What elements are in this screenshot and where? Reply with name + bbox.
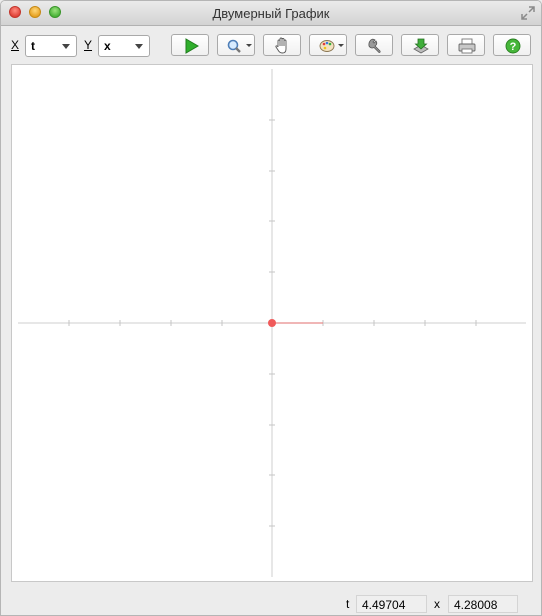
- run-button[interactable]: [171, 34, 209, 56]
- magnifier-icon: [227, 39, 252, 53]
- y-variable-select[interactable]: x: [98, 35, 150, 57]
- play-icon: [185, 38, 199, 54]
- export-icon: [413, 38, 429, 54]
- x-variable-select[interactable]: t: [25, 35, 77, 57]
- print-button[interactable]: [447, 34, 485, 56]
- pan-button[interactable]: [263, 34, 301, 56]
- status-y-value: 4.28008: [448, 595, 518, 613]
- printer-icon: [458, 38, 476, 54]
- status-x-value: 4.49704: [356, 595, 427, 613]
- window-title: Двумерный График: [212, 6, 330, 21]
- wrench-icon: [368, 38, 381, 53]
- help-icon: ?: [505, 38, 521, 54]
- status-x-name: t: [346, 597, 350, 611]
- title-bar: Двумерный График: [1, 1, 541, 26]
- chevron-down-icon: [62, 44, 70, 49]
- plot-canvas[interactable]: [11, 64, 533, 582]
- export-button[interactable]: [401, 34, 439, 56]
- palette-icon: [319, 40, 344, 52]
- x-variable-value: t: [31, 39, 35, 53]
- y-axis-label: Y: [84, 38, 93, 52]
- zoom-button[interactable]: [217, 34, 255, 56]
- plot-axes: [18, 69, 526, 577]
- chevron-down-icon: [135, 44, 143, 49]
- y-variable-value: x: [104, 39, 111, 53]
- svg-text:?: ?: [510, 41, 517, 53]
- help-button[interactable]: ?: [493, 34, 531, 56]
- status-y-name: x: [434, 597, 440, 611]
- settings-button[interactable]: [355, 34, 393, 56]
- hand-icon: [275, 37, 287, 54]
- colors-button[interactable]: [309, 34, 347, 56]
- fullscreen-icon[interactable]: [521, 6, 535, 20]
- current-point-marker: [268, 319, 276, 327]
- plot-window: Двумерный График X t Y x ? t 4.49704 x 4…: [0, 0, 542, 616]
- x-axis-label: X: [11, 38, 20, 52]
